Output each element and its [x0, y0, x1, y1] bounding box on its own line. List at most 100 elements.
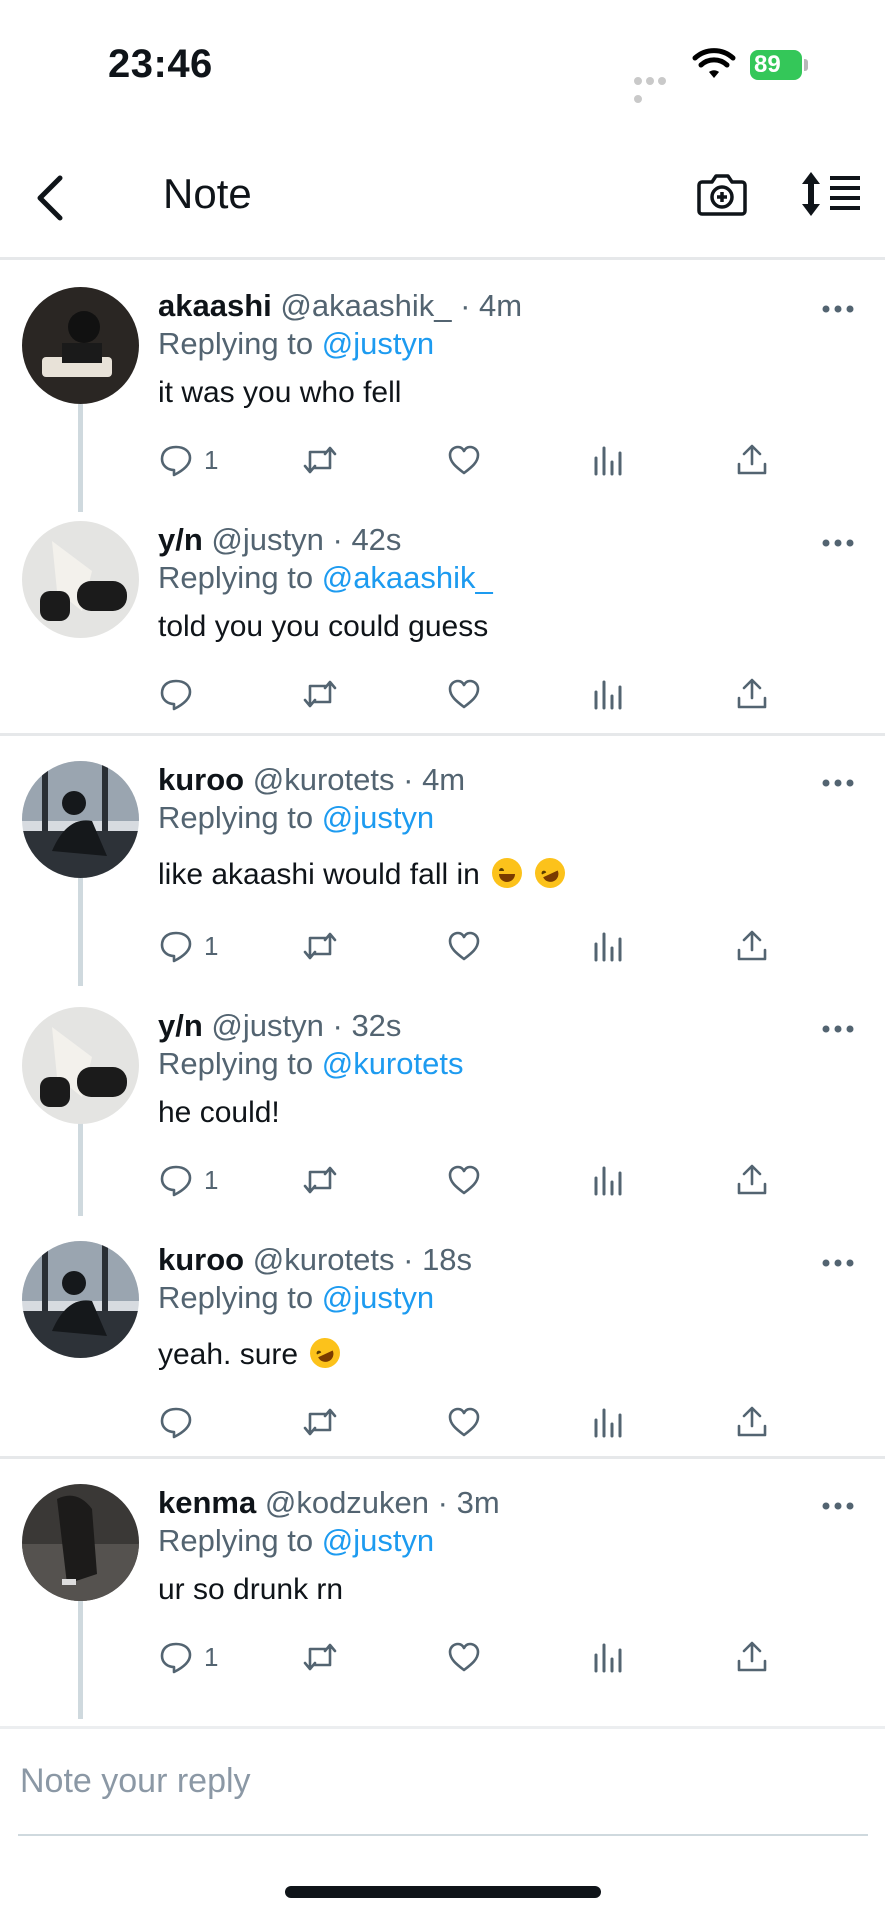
- tweet[interactable]: y/n @justyn · 32s Replying to @kurotets …: [0, 982, 885, 1216]
- retweet-button[interactable]: [302, 1635, 338, 1679]
- views-button[interactable]: [590, 1158, 626, 1202]
- user-name[interactable]: kuroo: [158, 762, 244, 797]
- replying-to-handle[interactable]: @justyn: [322, 1523, 434, 1558]
- more-icon[interactable]: [820, 776, 856, 790]
- retweet-button[interactable]: [302, 924, 338, 968]
- user-name[interactable]: kenma: [158, 1485, 256, 1520]
- tweet-text: it was you who fell: [158, 376, 402, 409]
- home-indicator[interactable]: [285, 1886, 601, 1898]
- like-button[interactable]: [446, 924, 482, 968]
- avatar[interactable]: [22, 1484, 139, 1601]
- retweet-button[interactable]: [302, 438, 338, 482]
- wifi-icon: [692, 48, 736, 78]
- share-button[interactable]: [734, 672, 770, 716]
- share-button[interactable]: [734, 438, 770, 482]
- user-name[interactable]: akaashi: [158, 288, 272, 323]
- like-button[interactable]: [446, 1400, 482, 1444]
- replying-to-handle[interactable]: @justyn: [322, 1280, 434, 1315]
- reply-icon: [160, 1407, 192, 1439]
- action-bar: 1: [158, 924, 798, 968]
- avatar[interactable]: [22, 1241, 139, 1358]
- views-icon: [594, 680, 622, 710]
- user-handle: @justyn: [211, 1008, 324, 1043]
- replying-to-handle[interactable]: @justyn: [322, 800, 434, 835]
- battery-tip: [804, 59, 808, 71]
- share-icon: [737, 678, 767, 709]
- reply-button[interactable]: 1: [158, 1635, 218, 1679]
- reply-button[interactable]: 1: [158, 438, 218, 482]
- avatar[interactable]: [22, 521, 139, 638]
- share-button[interactable]: [734, 1635, 770, 1679]
- tweet-header: kuroo @kurotets · 18s: [158, 1241, 472, 1279]
- retweet-icon: [303, 1166, 337, 1194]
- views-button[interactable]: [590, 438, 626, 482]
- more-icon[interactable]: [820, 1022, 856, 1036]
- tweet[interactable]: y/n @justyn · 42s Replying to @akaashik_…: [0, 496, 885, 730]
- avatar[interactable]: [22, 761, 139, 878]
- retweet-icon: [303, 1643, 337, 1671]
- action-bar: [158, 1400, 798, 1444]
- tweet[interactable]: akaashi @akaashik_ · 4m Replying to @jus…: [0, 262, 885, 496]
- thread: akaashi @akaashik_ · 4m Replying to @jus…: [0, 262, 885, 736]
- replying-to-handle[interactable]: @akaashik_: [322, 560, 493, 595]
- more-icon[interactable]: [820, 302, 856, 316]
- reply-button[interactable]: 1: [158, 1158, 218, 1202]
- like-button[interactable]: [446, 672, 482, 716]
- more-icon[interactable]: [820, 536, 856, 550]
- retweet-button[interactable]: [302, 672, 338, 716]
- share-icon: [737, 1164, 767, 1195]
- tweet-text: he could!: [158, 1096, 280, 1129]
- views-button[interactable]: [590, 1635, 626, 1679]
- views-button[interactable]: [590, 1400, 626, 1444]
- tweet[interactable]: kuroo @kurotets · 4m Replying to @justyn…: [0, 736, 885, 982]
- separator: ·: [394, 762, 423, 797]
- avatar[interactable]: [22, 1007, 139, 1124]
- tweet-text: told you you could guess: [158, 610, 489, 643]
- like-button[interactable]: [446, 438, 482, 482]
- reply-input[interactable]: [18, 1755, 862, 1807]
- separator: ·: [394, 1242, 423, 1277]
- user-handle: @akaashik_: [280, 288, 452, 323]
- reply-icon: [160, 1642, 192, 1674]
- like-icon: [448, 1165, 480, 1195]
- views-button[interactable]: [590, 672, 626, 716]
- share-button[interactable]: [734, 1158, 770, 1202]
- reply-underline: [18, 1834, 868, 1836]
- replying-to-handle[interactable]: @kurotets: [322, 1046, 464, 1081]
- retweet-icon: [303, 680, 337, 708]
- user-handle: @justyn: [211, 522, 324, 557]
- more-icon[interactable]: [820, 1499, 856, 1513]
- share-button[interactable]: [734, 924, 770, 968]
- reply-button[interactable]: [158, 672, 204, 716]
- share-button[interactable]: [734, 1400, 770, 1444]
- share-icon: [737, 1406, 767, 1437]
- camera-plus-icon[interactable]: [696, 168, 748, 220]
- like-icon: [448, 1407, 480, 1437]
- user-name[interactable]: kuroo: [158, 1242, 244, 1277]
- status-bar: 23:46 89: [0, 0, 885, 120]
- like-button[interactable]: [446, 1635, 482, 1679]
- reply-button[interactable]: 1: [158, 924, 218, 968]
- replying-prefix: Replying to: [158, 1523, 322, 1558]
- avatar[interactable]: [22, 287, 139, 404]
- sort-icon[interactable]: [800, 168, 862, 220]
- views-button[interactable]: [590, 924, 626, 968]
- retweet-button[interactable]: [302, 1400, 338, 1444]
- tweet-text: like akaashi would fall in: [158, 853, 570, 894]
- rofl-emoji-icon: [305, 1333, 346, 1373]
- tweet-time: 3m: [456, 1485, 500, 1520]
- tweet-time: 4m: [479, 288, 523, 323]
- views-icon: [594, 1408, 622, 1438]
- user-name[interactable]: y/n: [158, 1008, 203, 1043]
- reply-button[interactable]: [158, 1400, 204, 1444]
- tweet[interactable]: kuroo @kurotets · 18s Replying to @justy…: [0, 1216, 885, 1456]
- retweet-icon: [303, 1408, 337, 1436]
- signal-icon: [634, 72, 680, 103]
- like-button[interactable]: [446, 1158, 482, 1202]
- user-name[interactable]: y/n: [158, 522, 203, 557]
- replying-to-handle[interactable]: @justyn: [322, 326, 434, 361]
- back-icon[interactable]: [28, 170, 72, 226]
- more-icon[interactable]: [820, 1256, 856, 1270]
- tweet[interactable]: kenma @kodzuken · 3m Replying to @justyn…: [0, 1459, 885, 1693]
- retweet-button[interactable]: [302, 1158, 338, 1202]
